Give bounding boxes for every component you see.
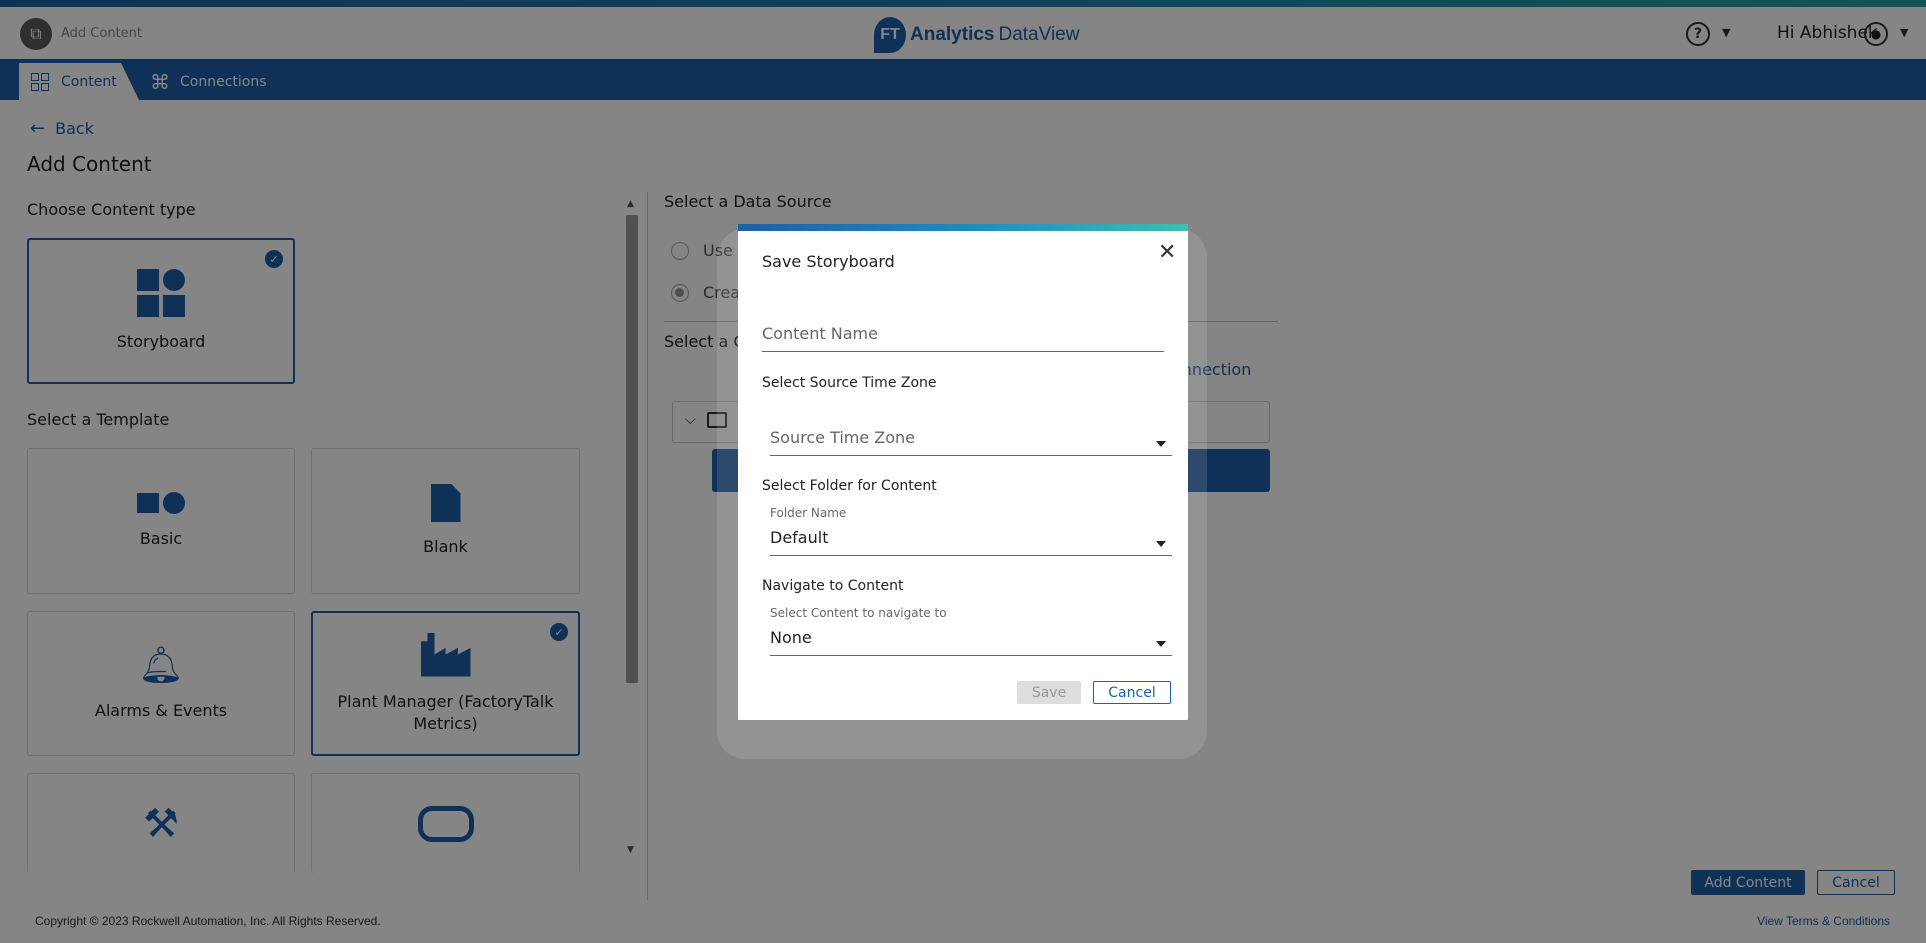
caret-down-icon [1156, 641, 1166, 647]
navigate-group-label: Navigate to Content [762, 578, 904, 594]
content-name-input[interactable]: Content Name [762, 314, 1164, 352]
folder-select[interactable]: Folder Name Default [770, 506, 1172, 556]
navigate-value: None [770, 628, 812, 647]
close-icon[interactable]: ✕ [1158, 242, 1176, 264]
save-button[interactable]: Save [1017, 681, 1081, 704]
modal-accent-stripe [738, 224, 1188, 231]
navigate-content-select[interactable]: Select Content to navigate to None [770, 606, 1172, 656]
folder-group-label: Select Folder for Content [762, 478, 937, 494]
navigate-field-label: Select Content to navigate to [770, 606, 947, 620]
source-timezone-select[interactable]: Source Time Zone [770, 414, 1172, 456]
save-storyboard-dialog: Save Storyboard ✕ Content Name Select So… [738, 224, 1188, 720]
folder-value: Default [770, 528, 829, 547]
dialog-cancel-button[interactable]: Cancel [1093, 681, 1171, 704]
folder-field-label: Folder Name [770, 506, 847, 520]
timezone-group-label: Select Source Time Zone [762, 375, 937, 391]
caret-down-icon [1156, 441, 1166, 447]
content-name-placeholder: Content Name [762, 324, 878, 343]
dialog-title: Save Storyboard [762, 252, 895, 271]
caret-down-icon [1156, 541, 1166, 547]
timezone-placeholder: Source Time Zone [770, 428, 916, 447]
